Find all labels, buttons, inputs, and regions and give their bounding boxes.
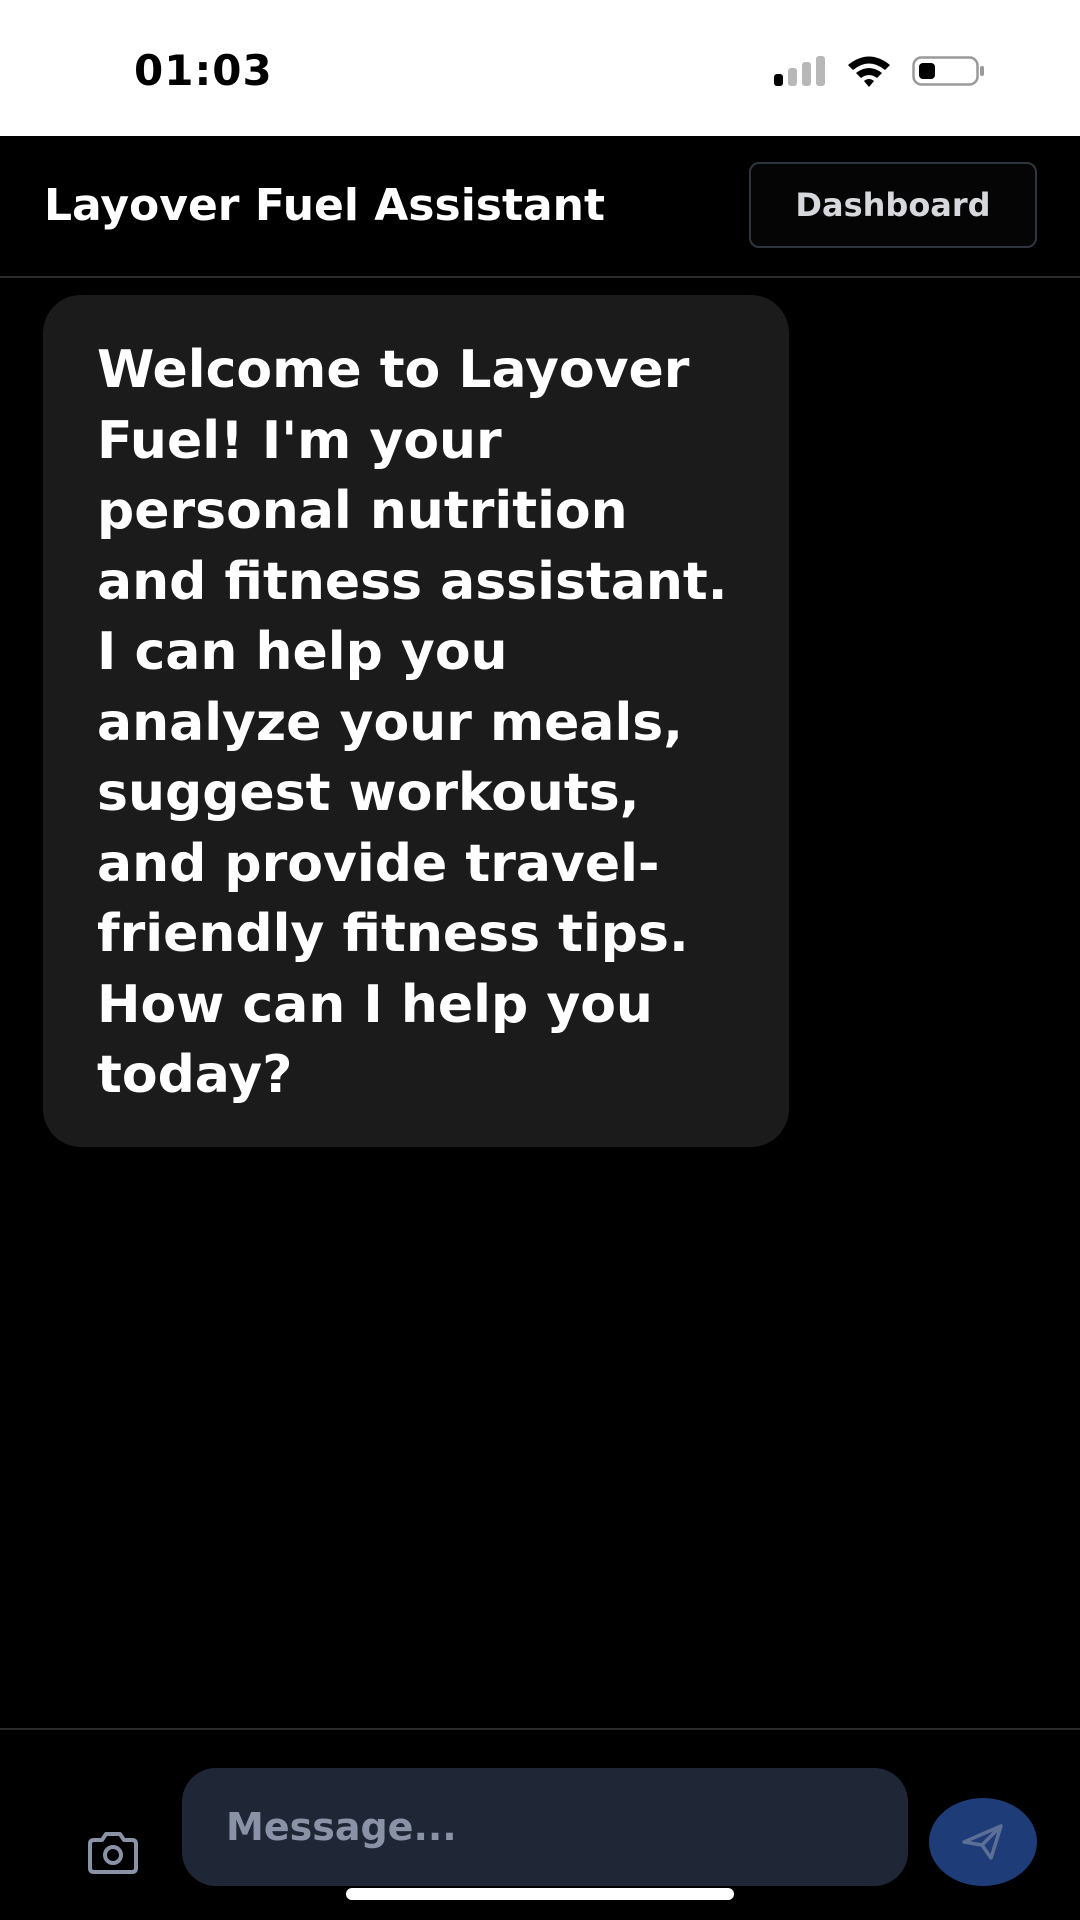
send-icon — [962, 1824, 1003, 1860]
status-time: 01:03 — [134, 46, 273, 95]
status-bar: 01:03 — [0, 0, 1080, 136]
chat-message-list[interactable]: Welcome to Layover Fuel! I'm your person… — [0, 280, 1080, 1728]
wifi-icon — [848, 56, 890, 87]
dashboard-button[interactable]: Dashboard — [749, 162, 1037, 248]
home-indicator — [346, 1888, 734, 1900]
page-title: Layover Fuel Assistant — [44, 180, 606, 231]
assistant-message-text: Welcome to Layover Fuel! I'm your person… — [97, 340, 728, 1105]
assistant-message-bubble: Welcome to Layover Fuel! I'm your person… — [43, 295, 789, 1147]
cellular-signal-icon — [774, 56, 828, 86]
app-header: Layover Fuel Assistant Dashboard — [0, 136, 1080, 278]
app-screen: 01:03 Layover Fuel Assistant Dashboard W… — [0, 0, 1080, 1920]
battery-icon — [912, 56, 984, 86]
message-input[interactable] — [182, 1768, 908, 1886]
camera-icon[interactable] — [84, 1830, 142, 1878]
send-button[interactable] — [929, 1798, 1037, 1886]
